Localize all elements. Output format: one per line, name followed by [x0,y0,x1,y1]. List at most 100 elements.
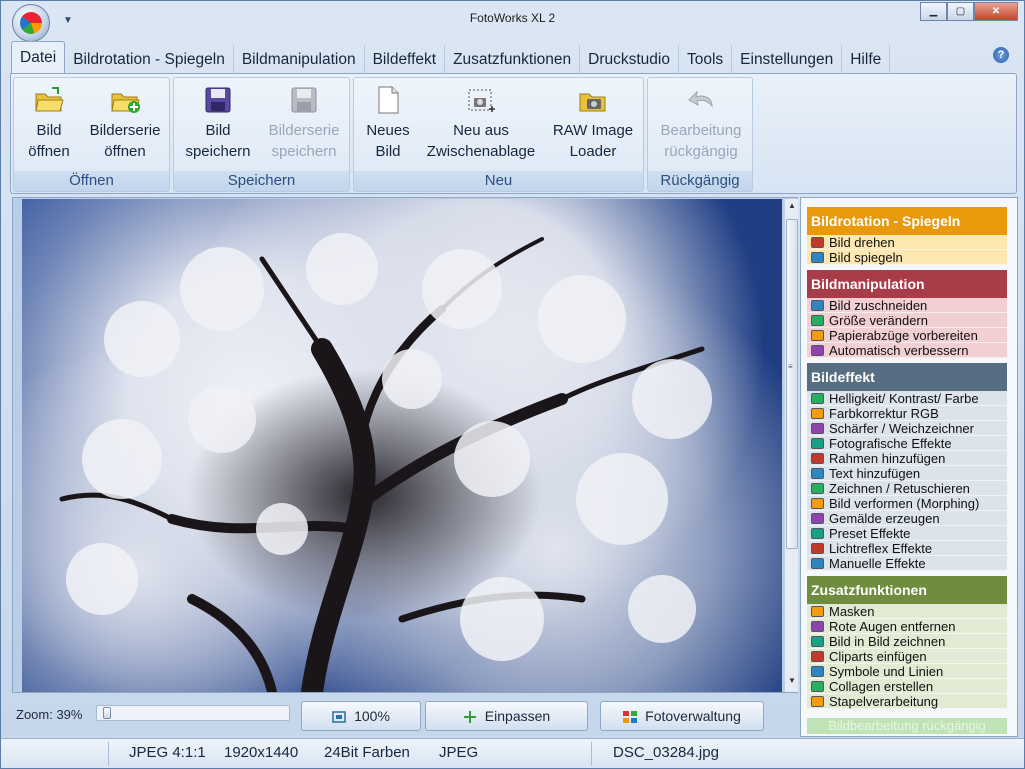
scrollbar-grip-icon: ≡ [788,362,793,371]
group-label-neu: Neu [354,171,643,191]
photo-manager-label: Fotoverwaltung [645,708,741,724]
help-icon[interactable]: ? [993,47,1009,63]
close-button[interactable]: ✕ [974,2,1018,21]
panel-item[interactable]: Papierabzüge vorbereiten [807,328,1007,343]
tab-einstellungen[interactable]: Einstellungen [732,45,843,74]
panel-item[interactable]: Preset Effekte [807,526,1007,541]
function-icon [811,237,824,248]
panel-item[interactable]: Zeichnen / Retuschieren [807,481,1007,496]
tab-druckstudio[interactable]: Druckstudio [580,45,679,74]
photo-manager-button[interactable]: Fotoverwaltung [600,701,764,731]
panel-item[interactable]: Helligkeit/ Kontrast/ Farbe [807,391,1007,406]
function-icon [811,651,824,662]
panel-item[interactable]: Farbkorrektur RGB [807,406,1007,421]
save-series-button[interactable]: Bilderserie speichern [260,86,348,162]
tab-zusatzfunktionen[interactable]: Zusatzfunktionen [445,45,581,74]
zoom-100-icon [332,710,346,723]
tab-hilfe[interactable]: Hilfe [842,45,891,74]
new-from-clipboard-button[interactable]: Neu aus Zwischenablage [420,86,542,162]
tab-datei[interactable]: Datei [11,41,66,74]
open-series-label-1: Bilderserie [89,122,161,139]
panel-item[interactable]: Rote Augen entfernen [807,619,1007,634]
folder-add-icon [110,86,140,114]
panel-item[interactable]: Gemälde erzeugen [807,511,1007,526]
function-panel: Bildrotation - Spiegeln Bild drehen Bild … [800,197,1018,737]
panel-item[interactable]: Bild verformen (Morphing) [807,496,1007,511]
section-header-bildrotation[interactable]: Bildrotation - Spiegeln [807,207,1007,235]
canvas-vertical-scrollbar[interactable]: ▲ ≡ ▼ [784,199,798,692]
panel-item[interactable]: Symbole und Linien [807,664,1007,679]
panel-item-label: Symbole und Linien [829,664,944,679]
function-icon [811,528,824,539]
panel-item[interactable]: Schärfer / Weichzeichner [807,421,1007,436]
tab-bildmanipulation[interactable]: Bildmanipulation [234,45,365,74]
panel-item[interactable]: Bild in Bild zeichnen [807,634,1007,649]
panel-item[interactable]: Bild spiegeln [807,250,1007,265]
panel-item[interactable]: Masken [807,604,1007,619]
panel-item[interactable]: Automatisch verbessern [807,343,1007,358]
section-bildmanipulation: Bildmanipulation Bild zuschneiden Größe v… [807,270,1007,358]
floppy-disk-disabled-icon [289,86,319,114]
open-series-button[interactable]: Bilderserie öffnen [84,86,166,162]
panel-item[interactable]: Collagen erstellen [807,679,1007,694]
title-bar: ▼ FotoWorks XL 2 ▁ ▢ ✕ [1,1,1024,42]
function-icon [811,483,824,494]
panel-item-label: Rote Augen entfernen [829,619,956,634]
ribbon-tabs: Datei Bildrotation - Spiegeln Bildmanipu… [11,41,891,74]
zoom-label: Zoom: 39% [16,707,83,722]
panel-item-label: Manuelle Effekte [829,556,926,571]
section-header-bildmanipulation[interactable]: Bildmanipulation [807,270,1007,298]
scrollbar-thumb[interactable] [786,219,798,549]
panel-item[interactable]: Lichtreflex Effekte [807,541,1007,556]
save-image-label-2: speichern [185,143,251,160]
new-image-button[interactable]: Neues Bild [360,86,416,162]
panel-item-label: Text hinzufügen [829,466,921,481]
image-canvas[interactable]: ▲ ≡ ▼ [12,197,798,693]
scroll-down-arrow-icon[interactable]: ▼ [785,676,799,690]
section-zusatzfunktionen: Zusatzfunktionen Masken Rote Augen entfer… [807,576,1007,709]
fit-button[interactable]: Einpassen [425,701,588,731]
panel-item[interactable]: Fotografische Effekte [807,436,1007,451]
section-header-zusatzfunktionen[interactable]: Zusatzfunktionen [807,576,1007,604]
zoom-100-button[interactable]: 100% [301,701,421,731]
undo-edit-panel-button[interactable]: Bildbearbeitung rückgängig [807,718,1007,734]
zoom-slider-knob[interactable] [103,707,111,719]
panel-item-label: Helligkeit/ Kontrast/ Farbe [829,391,979,406]
panel-item-label: Schärfer / Weichzeichner [829,421,974,436]
undo-edit-label-1: Bearbeitung [660,122,742,139]
scroll-up-arrow-icon[interactable]: ▲ [785,201,799,215]
function-icon [811,252,824,263]
group-label-oeffnen: Öffnen [14,171,169,191]
panel-item[interactable]: Text hinzufügen [807,466,1007,481]
panel-item[interactable]: Manuelle Effekte [807,556,1007,571]
save-image-button[interactable]: Bild speichern [180,86,256,162]
panel-item[interactable]: Bild drehen [807,235,1007,250]
tab-bildeffekt[interactable]: Bildeffekt [365,45,446,74]
group-oeffnen: Bild öffnen Bilderserie öffnen Öffnen [13,77,170,192]
status-file-type: JPEG [439,744,479,761]
panel-item-label: Bild zuschneiden [829,298,928,313]
function-icon [811,558,824,569]
maximize-button[interactable]: ▢ [947,2,974,21]
tab-bildrotation[interactable]: Bildrotation - Spiegeln [65,45,234,74]
panel-item-label: Gemälde erzeugen [829,511,940,526]
panel-item-label: Lichtreflex Effekte [829,541,933,556]
function-icon [811,621,824,632]
zoom-slider[interactable] [96,705,290,721]
tab-tools[interactable]: Tools [679,45,733,74]
section-header-bildeffekt[interactable]: Bildeffekt [807,363,1007,391]
save-series-label-2: speichern [271,143,337,160]
function-icon [811,606,824,617]
raw-image-loader-button[interactable]: RAW Image Loader [546,86,640,162]
panel-item[interactable]: Cliparts einfügen [807,649,1007,664]
open-image-label-2: öffnen [28,143,70,160]
panel-item[interactable]: Rahmen hinzufügen [807,451,1007,466]
panel-item[interactable]: Größe verändern [807,313,1007,328]
undo-edit-button[interactable]: Bearbeitung rückgängig [652,86,750,162]
tree-branches [59,233,712,692]
function-icon [811,696,824,707]
minimize-button[interactable]: ▁ [920,2,947,21]
open-image-button[interactable]: Bild öffnen [18,86,80,162]
panel-item[interactable]: Bild zuschneiden [807,298,1007,313]
panel-item[interactable]: Stapelverarbeitung [807,694,1007,709]
